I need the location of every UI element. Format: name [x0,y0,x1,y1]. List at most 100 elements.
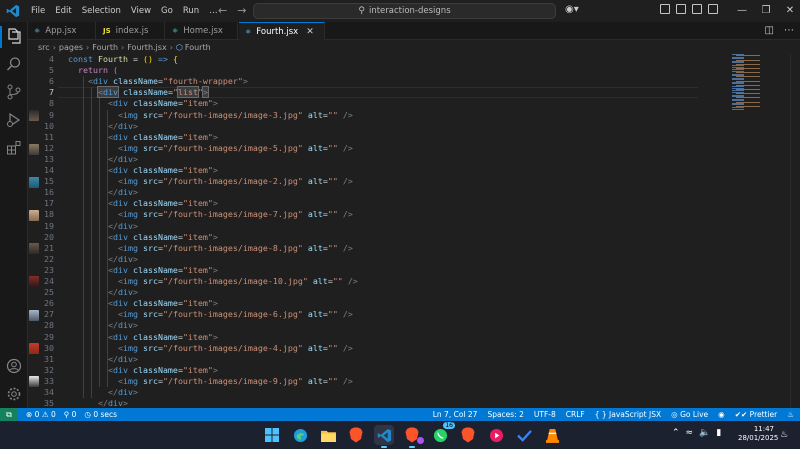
code-line[interactable]: 25 </div> [28,287,728,298]
code-line[interactable]: 8 <div className="item"> [28,98,728,109]
tab-app-jsx[interactable]: ⚛ App.jsx [28,22,96,40]
copilot-icon[interactable]: ◉▾ [565,4,579,15]
code-line[interactable]: 12 <img src="/fourth-images/image-5.jpg"… [28,143,728,154]
wifi-icon[interactable]: ≈ [686,428,694,438]
code-line[interactable]: 30 <img src="/fourth-images/image-4.jpg"… [28,343,728,354]
code-line[interactable]: 21 <img src="/fourth-images/image-8.jpg"… [28,243,728,254]
code-line[interactable]: 24 <img src="/fourth-images/image-10.jpg… [28,276,728,287]
go-live-button[interactable]: ◎ Go Live [671,410,708,419]
code-line[interactable]: 7 <div className="list"> [28,86,728,99]
toggle-primary-sidebar-icon[interactable] [660,4,670,14]
back-arrow-icon[interactable]: ← [218,4,227,17]
minimap[interactable] [728,54,788,114]
problems-indicator[interactable]: ⊗ 0 ⚠ 0 [26,410,56,419]
time-tracker[interactable]: ◷ 0 secs [84,410,117,419]
code-line[interactable]: 19 </div> [28,221,728,232]
cursor-position[interactable]: Ln 7, Col 27 [433,410,478,419]
code-line[interactable]: 34 </div> [28,387,728,398]
code-line[interactable]: 20 <div className="item"> [28,232,728,243]
brave-window-icon[interactable] [402,425,424,448]
account-icon[interactable] [6,358,22,374]
restore-icon[interactable]: ❐ [754,2,778,20]
code-line[interactable]: 6 <div className="fourth-wrapper"> [28,76,728,87]
breadcrumb-item[interactable]: pages [59,43,83,52]
language-mode[interactable]: { } JavaScript JSX [595,410,661,419]
code-line[interactable]: 17 <div className="item"> [28,198,728,209]
more-actions-icon[interactable]: ⋯ [784,25,794,36]
encoding[interactable]: UTF-8 [534,410,556,419]
code-line[interactable]: 23 <div className="item"> [28,265,728,276]
vscode-taskbar-icon[interactable] [374,425,394,448]
edge-browser-icon[interactable] [290,425,310,445]
toggle-secondary-sidebar-icon[interactable] [692,4,702,14]
menu-item[interactable]: Go [156,6,178,16]
settings-gear-icon[interactable] [6,386,22,402]
brave-second-icon[interactable] [458,425,478,445]
prettier-status[interactable]: ✔✔ Prettier [735,410,778,419]
forward-arrow-icon[interactable]: → [237,4,246,17]
ports-indicator[interactable]: ⚲ 0 [64,410,77,419]
line-endings[interactable]: CRLF [566,410,585,419]
code-line[interactable]: 27 <img src="/fourth-images/image-6.jpg"… [28,309,728,320]
vlc-icon[interactable] [542,425,562,445]
code-line[interactable]: 22 </div> [28,254,728,265]
menu-item[interactable]: Edit [50,6,76,16]
code-line[interactable]: 18 <img src="/fourth-images/image-7.jpg"… [28,209,728,220]
notification-center-icon[interactable]: ♨ [780,430,788,440]
breadcrumb-item[interactable]: Fourth [185,43,211,52]
code-line[interactable]: 28 </div> [28,320,728,331]
brave-browser-icon[interactable] [346,425,366,445]
code-editor[interactable]: 4 const Fourth = () => {5 return (6 <div … [28,54,800,408]
code-line[interactable]: 11 <div className="item"> [28,132,728,143]
code-line[interactable]: 13 </div> [28,154,728,165]
code-line[interactable]: 32 <div className="item"> [28,365,728,376]
menu-item[interactable]: View [126,6,156,16]
file-explorer-icon[interactable] [318,425,338,445]
code-line[interactable]: 10 </div> [28,121,728,132]
run-debug-icon[interactable] [6,112,22,128]
tab-index-js[interactable]: JS index.js [97,22,165,40]
toggle-panel-icon[interactable] [676,4,686,14]
customize-layout-icon[interactable] [708,4,718,14]
code-line[interactable]: 14 <div className="item"> [28,165,728,176]
breadcrumb-item[interactable]: src [38,43,50,52]
breadcrumb-item[interactable]: Fourth.jsx [127,43,166,52]
code-line[interactable]: 33 <img src="/fourth-images/image-9.jpg"… [28,376,728,387]
todo-check-icon[interactable] [514,425,534,445]
battery-icon[interactable]: ▮ [716,428,721,438]
code-line[interactable]: 29 <div className="item"> [28,332,728,343]
code-line[interactable]: 35 </div> [28,398,728,408]
close-tab-icon[interactable]: ✕ [306,27,314,37]
code-line[interactable]: 16 </div> [28,187,728,198]
code-line[interactable]: 5 return ( [28,65,728,76]
explorer-icon[interactable] [6,28,22,44]
system-clock[interactable]: 11:47 28/01/2025 [738,425,778,443]
indentation[interactable]: Spaces: 2 [487,410,523,419]
split-editor-icon[interactable]: ◫ [765,25,774,36]
copilot-status-icon[interactable]: ◉ [718,410,725,419]
volume-icon[interactable]: 🔈 [699,428,710,438]
code-line[interactable]: 31 </div> [28,354,728,365]
tab-home-jsx[interactable]: ⚛ Home.jsx [166,22,238,40]
remote-indicator-icon[interactable]: ⧉ [0,408,18,421]
breadcrumb-item[interactable]: Fourth [92,43,118,52]
code-line[interactable]: 9 <img src="/fourth-images/image-3.jpg" … [28,110,728,121]
notifications-bell-icon[interactable]: ♨ [787,410,794,419]
minimize-icon[interactable]: — [730,2,754,20]
tray-chevron-up-icon[interactable]: ⌃ [672,428,680,438]
menu-item[interactable]: Selection [77,6,126,16]
close-window-icon[interactable]: ✕ [778,2,800,20]
code-line[interactable]: 26 <div className="item"> [28,298,728,309]
whatsapp-icon[interactable]: 16 [430,422,455,445]
source-control-icon[interactable] [6,84,22,100]
command-center[interactable]: ⚲ interaction-designs [253,3,556,19]
windows-start-icon[interactable] [262,425,282,445]
tab-fourth-jsx[interactable]: ⚛ Fourth.jsx ✕ [239,22,325,40]
search-sidebar-icon[interactable] [6,56,22,72]
code-line[interactable]: 15 <img src="/fourth-images/image-2.jpg"… [28,176,728,187]
vertical-scrollbar[interactable] [790,54,800,408]
menu-item[interactable]: Run [178,6,204,16]
media-player-icon[interactable] [486,425,506,445]
extensions-icon[interactable] [6,140,22,156]
code-line[interactable]: 4 const Fourth = () => { [28,54,728,65]
